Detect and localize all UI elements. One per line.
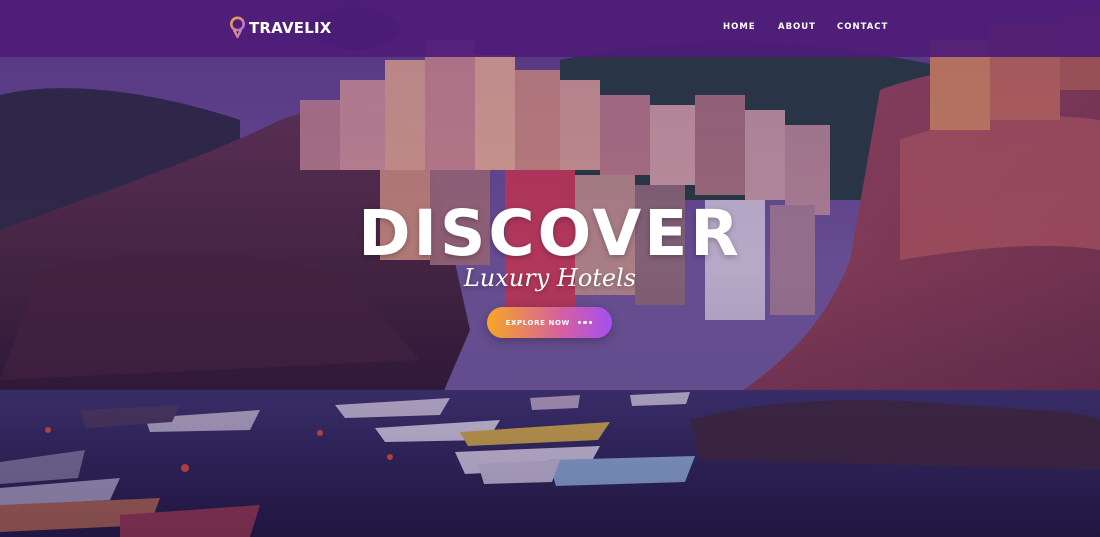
nav-link-about[interactable]: ABOUT — [778, 22, 816, 32]
more-dots-icon — [577, 320, 594, 325]
main-nav: HOME ABOUT CONTACT — [0, 22, 1100, 36]
hero-section: TRAVELIX HOME ABOUT CONTACT DISCOVER Lux… — [0, 0, 1100, 537]
hero-subheadline: Luxury Hotels — [463, 264, 637, 292]
hero-headline: DISCOVER — [358, 197, 742, 270]
navbar: TRAVELIX HOME ABOUT CONTACT — [0, 0, 1100, 57]
explore-now-button[interactable]: EXPLORE NOW — [487, 307, 612, 338]
nav-link-contact[interactable]: CONTACT — [837, 22, 888, 32]
explore-now-label: EXPLORE NOW — [505, 318, 570, 327]
nav-link-home[interactable]: HOME — [723, 22, 756, 32]
